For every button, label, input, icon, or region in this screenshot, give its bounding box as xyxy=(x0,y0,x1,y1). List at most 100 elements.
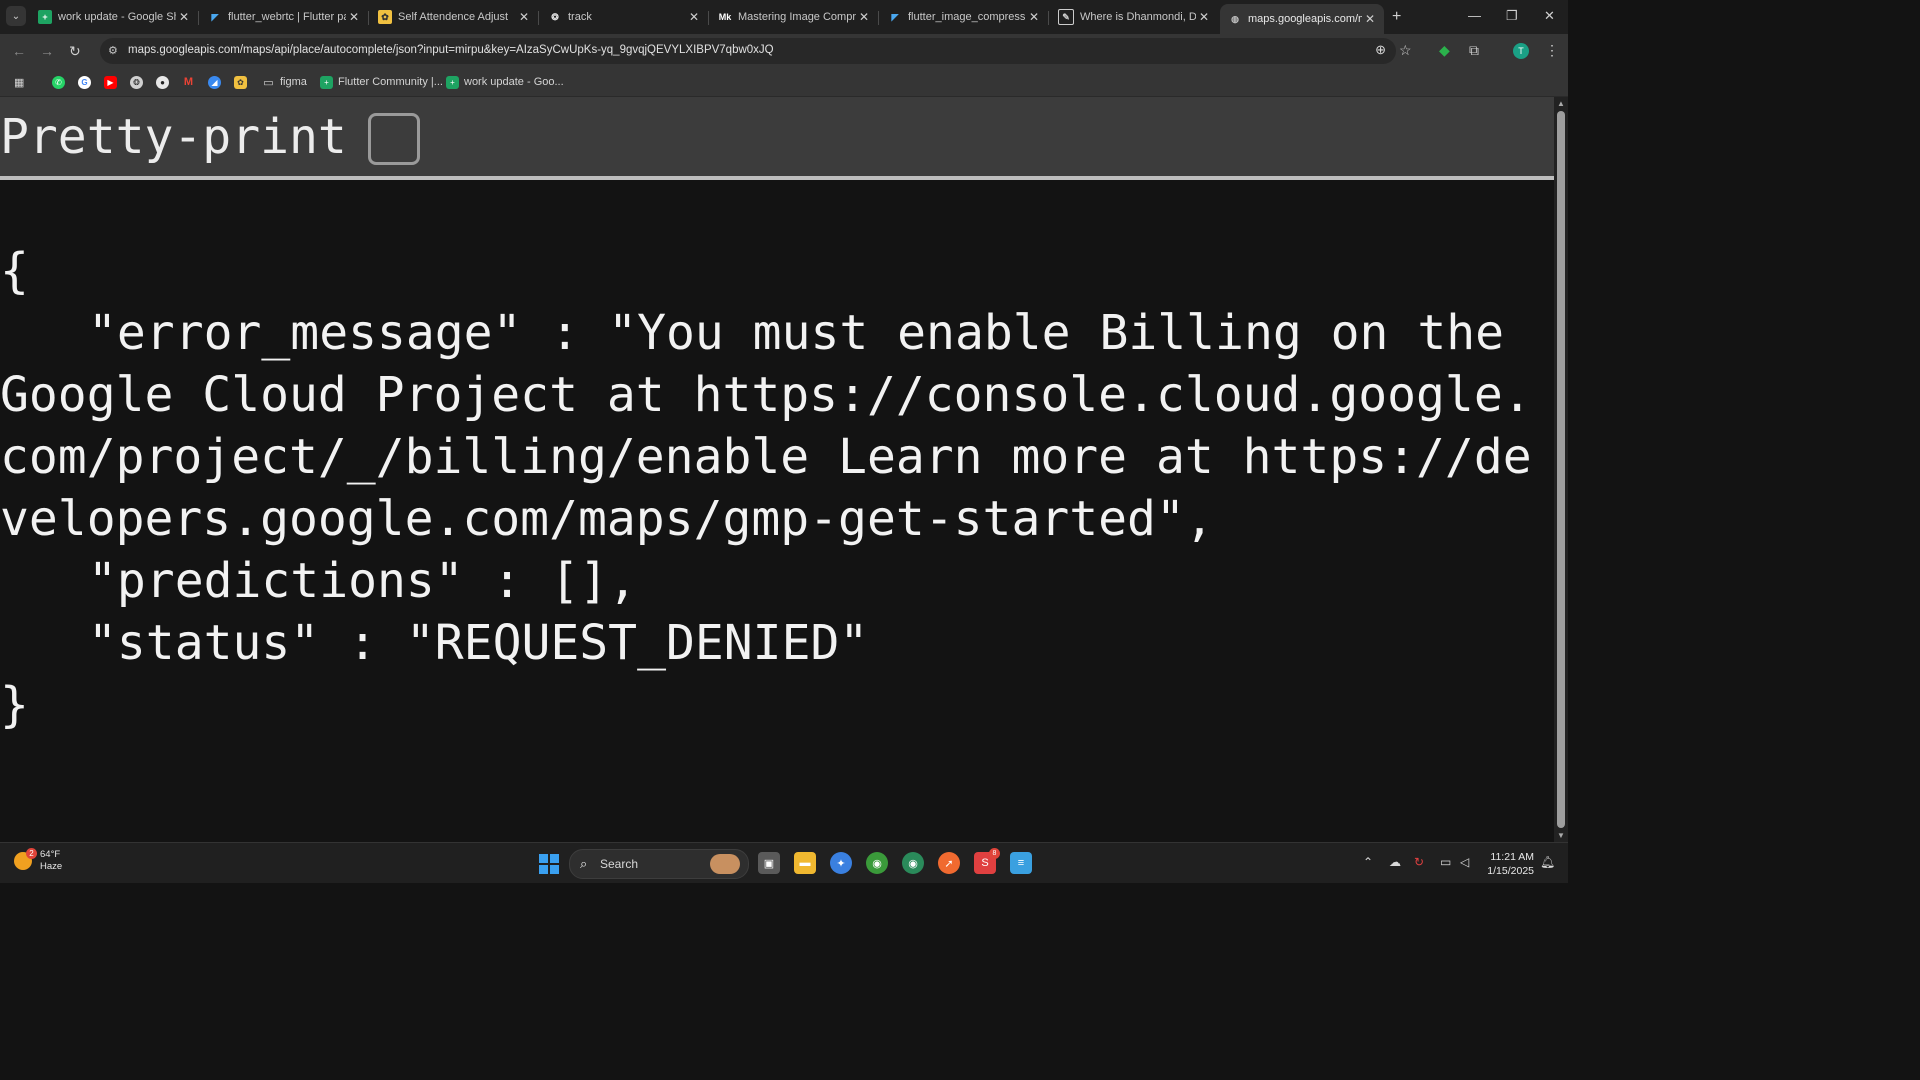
apps-grid-icon[interactable]: ▦ xyxy=(14,75,24,89)
bookmark-app[interactable]: ◢ xyxy=(208,75,226,89)
close-icon[interactable]: ✕ xyxy=(856,10,872,24)
app-icon: ✿ xyxy=(378,10,392,24)
site-info-icon[interactable]: ⚙ xyxy=(108,44,118,57)
task-view-icon[interactable]: ▣ xyxy=(758,852,780,874)
extensions-puzzle-icon[interactable]: ⧉ xyxy=(1469,42,1479,59)
extension-shield-icon[interactable]: ◆ xyxy=(1439,42,1450,59)
pretty-print-label: Pretty-print xyxy=(0,109,347,165)
skype-icon[interactable]: S8 xyxy=(974,848,1000,874)
notification-bell-icon[interactable]: 🔔︎ xyxy=(1540,855,1555,869)
bookmark-flutter-community[interactable]: + Flutter Community |... xyxy=(320,75,443,89)
file-explorer-icon[interactable]: ▬ xyxy=(794,852,816,874)
notepad-icon[interactable]: ≡ xyxy=(1010,852,1032,874)
bookmark-folder-figma[interactable]: ▭ figma xyxy=(262,75,307,89)
page-icon: ✎ xyxy=(1058,9,1074,25)
close-icon[interactable]: ✕ xyxy=(176,10,192,24)
bookmark-youtube[interactable]: ▶ xyxy=(104,75,122,89)
clock-date: 1/15/2025 xyxy=(1487,865,1534,877)
tab-title: track xyxy=(568,11,592,23)
network-icon[interactable]: ▭ xyxy=(1440,855,1451,869)
close-icon[interactable]: ✕ xyxy=(346,10,362,24)
taskbar-search[interactable]: ⌕ Search xyxy=(569,849,749,879)
tab-title: work update - Google Sh xyxy=(58,11,176,23)
json-predictions: "predictions" : [], xyxy=(88,553,638,609)
tab-title: flutter_image_compress | xyxy=(908,11,1026,23)
tray-chevron-up-icon[interactable]: ⌃ xyxy=(1363,855,1373,869)
scrollbar-thumb[interactable] xyxy=(1557,111,1565,828)
tab-mastering-image[interactable]: Mk Mastering Image Compre ✕ xyxy=(710,4,879,30)
skype-badge: 8 xyxy=(989,848,1000,859)
weather-temp: 64°F xyxy=(40,849,61,860)
back-button[interactable]: ← xyxy=(12,43,26,59)
search-highlight-icon xyxy=(710,854,740,874)
chrome-icon[interactable]: ◉ xyxy=(866,852,888,874)
sheets-icon: + xyxy=(320,75,333,89)
onedrive-icon[interactable]: ☁ xyxy=(1389,855,1401,869)
close-icon[interactable]: ✕ xyxy=(1362,12,1378,26)
bookmark-label: figma xyxy=(280,76,307,88)
app-store-icon[interactable]: ✦ xyxy=(830,852,852,874)
weather-widget[interactable]: 2 64°F Haze xyxy=(14,848,62,873)
bookmark-gmail[interactable]: M xyxy=(182,75,200,89)
reload-button[interactable]: ↻ xyxy=(69,43,81,60)
bookmark-chatgpt[interactable]: ❂ xyxy=(130,75,148,89)
gmail-icon: M xyxy=(183,76,194,88)
bookmark-whatsapp[interactable]: ✆ xyxy=(52,75,70,89)
menu-kebab-icon[interactable]: ⋮ xyxy=(1545,42,1559,59)
bookmark-photos[interactable]: ✿ xyxy=(234,75,252,89)
new-tab-button[interactable]: + xyxy=(1392,8,1401,26)
system-clock[interactable]: 11:21 AM 1/15/2025 xyxy=(1484,850,1534,878)
tab-flutter-image-compress[interactable]: ◤ flutter_image_compress | ✕ xyxy=(880,4,1049,30)
restore-button[interactable]: ❐ xyxy=(1506,8,1518,24)
tab-search-button[interactable]: ⌄ xyxy=(6,6,26,26)
whatsapp-icon: ✆ xyxy=(52,75,65,89)
profile-avatar[interactable]: T xyxy=(1513,43,1529,59)
youtube-icon: ▶ xyxy=(104,75,117,89)
weather-haze-icon: 2 xyxy=(14,848,37,870)
address-bar[interactable]: ⚙ maps.googleapis.com/maps/api/place/aut… xyxy=(100,38,1396,64)
tab-maps-googleapis[interactable]: ◍ maps.googleapis.com/ma ✕ xyxy=(1220,4,1384,34)
start-button[interactable] xyxy=(539,854,559,874)
tab-dhanmondi[interactable]: ✎ Where is Dhanmondi, Dh ✕ xyxy=(1050,4,1218,30)
bookmark-github[interactable]: ● xyxy=(156,75,174,89)
zoom-icon[interactable]: ⊕ xyxy=(1375,42,1386,58)
postman-icon[interactable]: ➚ xyxy=(938,852,960,874)
tab-flutter-webrtc[interactable]: ◤ flutter_webrtc | Flutter pa ✕ xyxy=(200,4,369,30)
json-status: "status" : "REQUEST_DENIED" xyxy=(88,615,869,671)
bookmark-star-icon[interactable]: ☆ xyxy=(1399,42,1412,59)
bookmark-work-update[interactable]: + work update - Goo... xyxy=(446,75,564,89)
json-open-brace: { xyxy=(0,243,29,299)
bookmark-google[interactable]: G xyxy=(78,75,96,89)
close-window-button[interactable]: ✕ xyxy=(1544,8,1555,24)
folder-icon: ▭ xyxy=(263,76,274,89)
sheets-icon: + xyxy=(446,75,459,89)
chevron-down-icon: ⌄ xyxy=(11,10,21,22)
windows-taskbar: 2 64°F Haze ⌕ Search ▣ ▬ ✦ ◉ ◉ ➚ S8 ≡ ⌃ … xyxy=(0,842,1568,883)
url-text[interactable]: maps.googleapis.com/maps/api/place/autoc… xyxy=(128,44,774,56)
volume-icon[interactable]: ◁ xyxy=(1460,855,1469,869)
tab-self-attendance[interactable]: ✿ Self Attendence Adjust ✕ xyxy=(370,4,539,30)
pretty-print-checkbox[interactable] xyxy=(368,113,420,165)
sync-icon[interactable]: ↻ xyxy=(1414,855,1424,869)
close-icon[interactable]: ✕ xyxy=(1026,10,1042,24)
search-icon: ⌕ xyxy=(580,856,588,871)
tab-title: Self Attendence Adjust xyxy=(398,11,509,23)
tab-work-update[interactable]: + work update - Google Sh ✕ xyxy=(30,4,199,30)
minimize-button[interactable]: — xyxy=(1468,8,1481,23)
flutter-icon: ◤ xyxy=(211,11,219,22)
close-icon[interactable]: ✕ xyxy=(516,10,532,24)
close-icon[interactable]: ✕ xyxy=(1196,10,1212,24)
scroll-up-icon[interactable]: ▲ xyxy=(1557,99,1565,108)
clock-time: 11:21 AM xyxy=(1490,851,1534,863)
page-content: Pretty-print {"error_message" : "You mus… xyxy=(0,97,1554,842)
google-icon: G xyxy=(78,75,91,89)
scroll-down-icon[interactable]: ▼ xyxy=(1557,831,1565,840)
tab-title: Where is Dhanmondi, Dh xyxy=(1080,11,1196,23)
photos-icon: ✿ xyxy=(234,75,247,89)
forward-button[interactable]: → xyxy=(40,43,54,59)
chrome-profile-icon[interactable]: ◉ xyxy=(902,852,924,874)
vertical-scrollbar[interactable]: ▲ ▼ xyxy=(1554,97,1568,842)
close-icon[interactable]: ✕ xyxy=(686,10,702,24)
tab-title: Mastering Image Compre xyxy=(738,11,856,23)
tab-track[interactable]: ❂ track ✕ xyxy=(540,4,709,30)
